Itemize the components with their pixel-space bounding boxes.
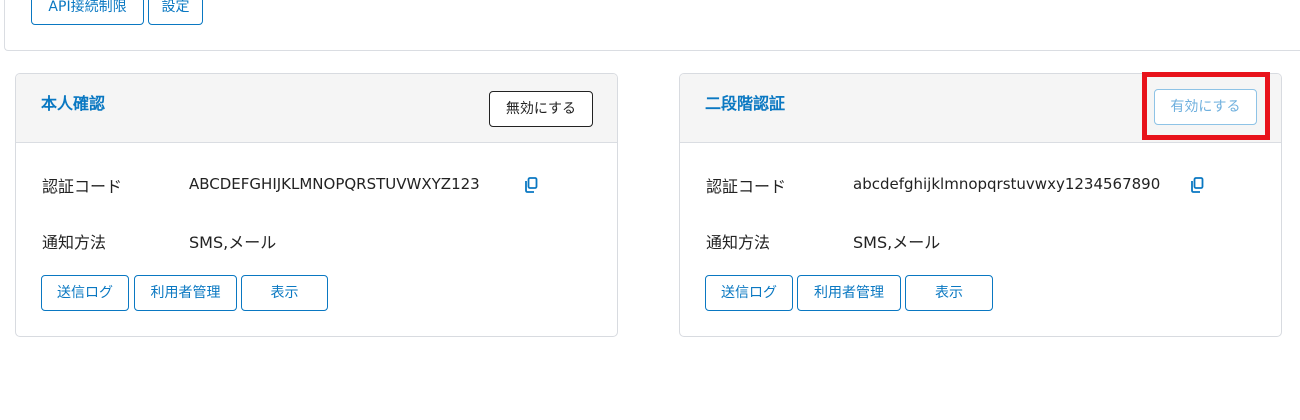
code-value: abcdefghijklmnopqrstuvwxy1234567890	[853, 175, 1161, 193]
code-label: 認証コード	[706, 177, 787, 196]
method-label: 通知方法	[706, 233, 771, 252]
send-log-button[interactable]: 送信ログ	[41, 275, 129, 311]
view-button[interactable]: 表示	[241, 275, 328, 311]
identity-verification-card: 本人確認 無効にする 認証コード ABCDEFGHIJKLMNOPQRSTUVW…	[15, 73, 618, 337]
user-management-button[interactable]: 利用者管理	[797, 275, 901, 311]
code-label: 認証コード	[42, 177, 123, 196]
user-management-button[interactable]: 利用者管理	[134, 275, 237, 311]
method-value: SMS,メール	[853, 233, 941, 252]
card-header: 本人確認 無効にする	[16, 74, 617, 143]
card-title: 二段階認証	[705, 94, 786, 113]
code-value: ABCDEFGHIJKLMNOPQRSTUVWXYZ123	[189, 175, 480, 193]
highlight-annotation-box	[1142, 72, 1270, 140]
send-log-button[interactable]: 送信ログ	[705, 275, 793, 311]
copy-icon[interactable]	[524, 177, 538, 193]
settings-button[interactable]: 設定	[148, 0, 203, 25]
disable-button[interactable]: 無効にする	[489, 91, 593, 127]
api-limit-button[interactable]: API接続制限	[31, 0, 144, 25]
method-label: 通知方法	[42, 233, 107, 252]
method-value: SMS,メール	[189, 233, 277, 252]
copy-icon[interactable]	[1190, 177, 1204, 193]
card-title: 本人確認	[41, 94, 106, 113]
view-button[interactable]: 表示	[905, 275, 993, 311]
